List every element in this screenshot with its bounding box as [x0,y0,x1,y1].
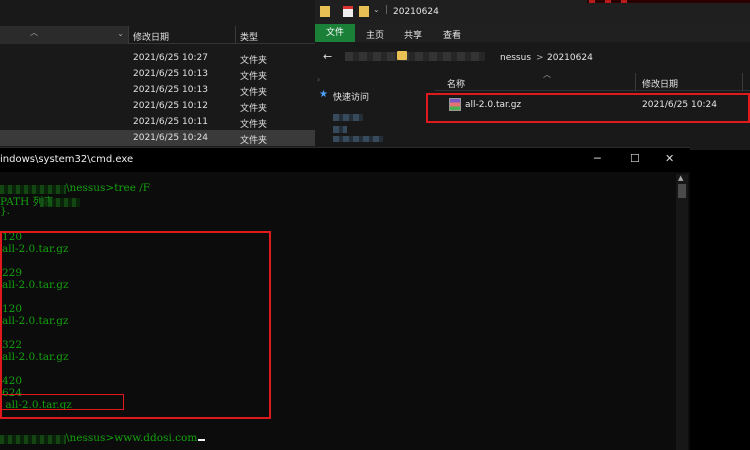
redacted-nav-item [333,114,363,121]
tab-home[interactable]: 主页 [366,28,384,41]
text-cursor [198,439,206,441]
redacted-nav-item [333,126,347,133]
breadcrumb-nessus[interactable]: nessus [500,53,531,63]
titlebar-divider: | [385,5,389,15]
folder-icon [320,6,330,17]
terminal-prompt-line: \nessus>www.ddosi.com [66,432,206,444]
column-header-name[interactable]: ︿ ⌄ [0,26,128,44]
chevron-right-icon[interactable]: › [317,75,320,84]
star-icon: ★ [319,89,328,100]
tab-file[interactable]: 文件 [315,24,355,42]
highlight-box [0,394,124,410]
breadcrumb-separator: > [536,53,544,63]
maximize-button[interactable]: ☐ [630,152,640,165]
column-header-bar: ︿ ⌄ 修改日期 类型 [0,26,315,44]
row-type: 文件夹 [240,72,268,82]
redacted-path [345,52,485,61]
cmd-title: indows\system32\cmd.exe [0,154,134,165]
minimize-button[interactable]: ─ [594,152,601,165]
nav-quick-access[interactable]: 快速访问 [333,90,369,103]
redacted-text [40,198,80,207]
row-date: 2021/6/25 10:13 [133,85,208,95]
column-header-name[interactable]: 名称 [447,77,465,90]
back-arrow-icon[interactable]: ← [323,50,332,63]
column-header-date[interactable]: 修改日期 [133,30,169,43]
row-date: 2021/6/25 10:27 [133,53,208,63]
breadcrumb-20210624[interactable]: 20210624 [547,53,593,63]
scrollbar[interactable]: ▲ [676,174,688,450]
highlight-box [0,231,271,419]
file-list-header: ︿ 名称 修改日期 [435,70,750,91]
chevron-down-icon[interactable]: ⌄ [373,5,380,14]
folder-icon [397,51,407,60]
terminal-line: }. [0,205,11,217]
row-date: 2021/6/25 10:11 [133,117,208,127]
row-type: 文件夹 [240,136,268,146]
highlight-box [426,93,750,123]
redacted-nav-item [333,136,383,142]
row-date: 2021/6/25 10:24 [133,133,208,143]
right-explorer-window: ⌄ | 20210624 文件 主页 共享 查看 ← nessus > 2021… [315,0,750,150]
redacted-path [0,435,66,444]
terminal-line: \nessus>tree /F [66,182,151,194]
background-window-strip [587,0,750,3]
new-folder-icon[interactable] [359,6,369,17]
left-explorer-window: ︿ ⌄ 修改日期 类型 2021/6/25 10:27 文件夹 2021/6/2… [0,0,315,150]
chevron-down-icon[interactable]: ⌄ [117,29,124,38]
tab-share[interactable]: 共享 [404,28,422,41]
redacted-path [0,185,66,194]
properties-icon[interactable] [343,6,353,17]
scrollbar-thumb[interactable] [678,184,686,198]
tab-view[interactable]: 查看 [443,28,461,41]
row-date: 2021/6/25 10:12 [133,101,208,111]
row-type: 文件夹 [240,120,268,130]
terminal-output[interactable]: \nessus>tree /F PATH 列表 }. 120 all-2.0.t… [0,172,676,450]
row-type: 文件夹 [240,88,268,98]
column-header-type[interactable]: 类型 [240,30,258,43]
row-date: 2021/6/25 10:13 [133,69,208,79]
explorer-titlebar[interactable]: ⌄ | 20210624 [315,0,750,24]
column-divider[interactable] [742,73,743,91]
column-header-date[interactable]: 修改日期 [642,77,678,90]
row-type: 文件夹 [240,104,268,114]
window-title: 20210624 [393,7,439,17]
file-row-selected[interactable]: 2021/6/25 10:24 文件夹 [0,130,315,146]
cmd-window: indows\system32\cmd.exe ─ ☐ ✕ ▲ \nessus>… [0,147,690,450]
sort-caret-icon: ︿ [30,28,38,37]
column-divider[interactable] [128,26,129,44]
file-row[interactable]: 2021/6/25 10:11 文件夹 [0,114,315,130]
ribbon-tabs: 文件 主页 共享 查看 [315,24,750,42]
address-bar[interactable]: ← nessus > 20210624 [315,42,750,70]
close-button[interactable]: ✕ [665,152,674,165]
cmd-titlebar[interactable]: indows\system32\cmd.exe ─ ☐ ✕ [0,148,690,172]
column-divider[interactable] [235,26,236,44]
file-row[interactable]: 2021/6/25 10:12 文件夹 [0,98,315,114]
navigation-pane: › ★ 快速访问 [315,70,430,150]
file-row[interactable]: 2021/6/25 10:13 文件夹 [0,82,315,98]
column-divider[interactable] [635,73,636,91]
sort-caret-icon: ︿ [543,70,551,79]
scroll-up-icon[interactable]: ▲ [678,174,683,182]
terminal-line: \nessus>www.ddosi.com [66,432,198,444]
file-row[interactable]: 2021/6/25 10:27 文件夹 [0,50,315,66]
file-row[interactable]: 2021/6/25 10:13 文件夹 [0,66,315,82]
row-type: 文件夹 [240,56,268,66]
